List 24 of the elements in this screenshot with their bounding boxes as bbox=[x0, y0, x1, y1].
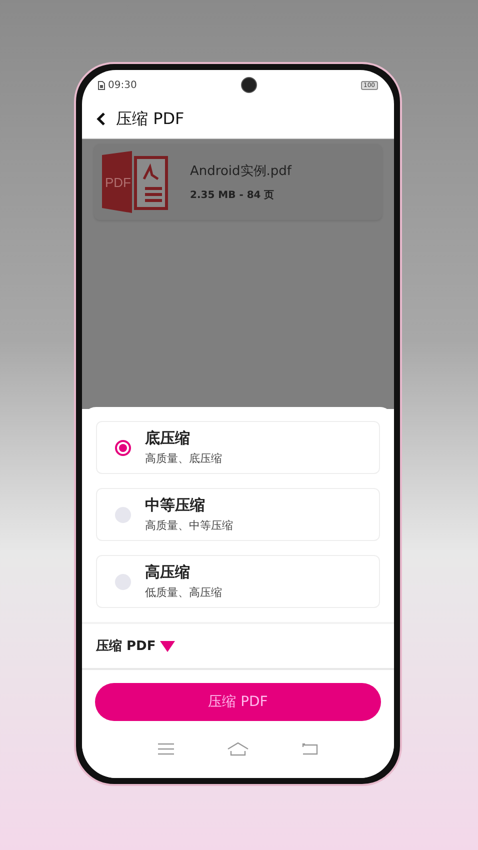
option-title: 高压缩 bbox=[145, 563, 191, 582]
menu-icon[interactable] bbox=[158, 743, 174, 755]
section-toggle[interactable]: 压缩 PDF bbox=[96, 637, 156, 655]
option-title: 底压缩 bbox=[145, 429, 191, 448]
file-card[interactable]: PDF Android实例.pdf 2.35 MB - 84 页 bbox=[94, 144, 382, 220]
status-time: 09:30 bbox=[108, 80, 137, 90]
file-details: 2.35 MB - 84 页 bbox=[190, 189, 276, 202]
radio-button[interactable] bbox=[115, 440, 131, 456]
file-name: Android实例.pdf bbox=[190, 163, 292, 180]
home-icon[interactable] bbox=[226, 742, 249, 756]
option-subtitle: 低质量、高压缩 bbox=[145, 585, 222, 600]
option-subtitle: 高质量、中等压缩 bbox=[145, 518, 233, 533]
radio-button[interactable] bbox=[115, 574, 131, 590]
back-icon[interactable] bbox=[96, 112, 106, 126]
option-subtitle: 高质量、底压缩 bbox=[145, 451, 222, 466]
camera-icon bbox=[240, 77, 257, 93]
option-card[interactable]: 高压缩 低质量、高压缩 bbox=[96, 555, 380, 608]
option-card[interactable]: 底压缩 高质量、底压缩 bbox=[96, 421, 380, 474]
page-title: 压缩 PDF bbox=[116, 108, 184, 130]
option-card[interactable]: 中等压缩 高质量、中等压缩 bbox=[96, 488, 380, 541]
radio-button[interactable] bbox=[115, 506, 131, 522]
option-title: 中等压缩 bbox=[145, 496, 206, 515]
sim-icon bbox=[98, 80, 105, 90]
back-nav-icon[interactable] bbox=[302, 743, 318, 755]
